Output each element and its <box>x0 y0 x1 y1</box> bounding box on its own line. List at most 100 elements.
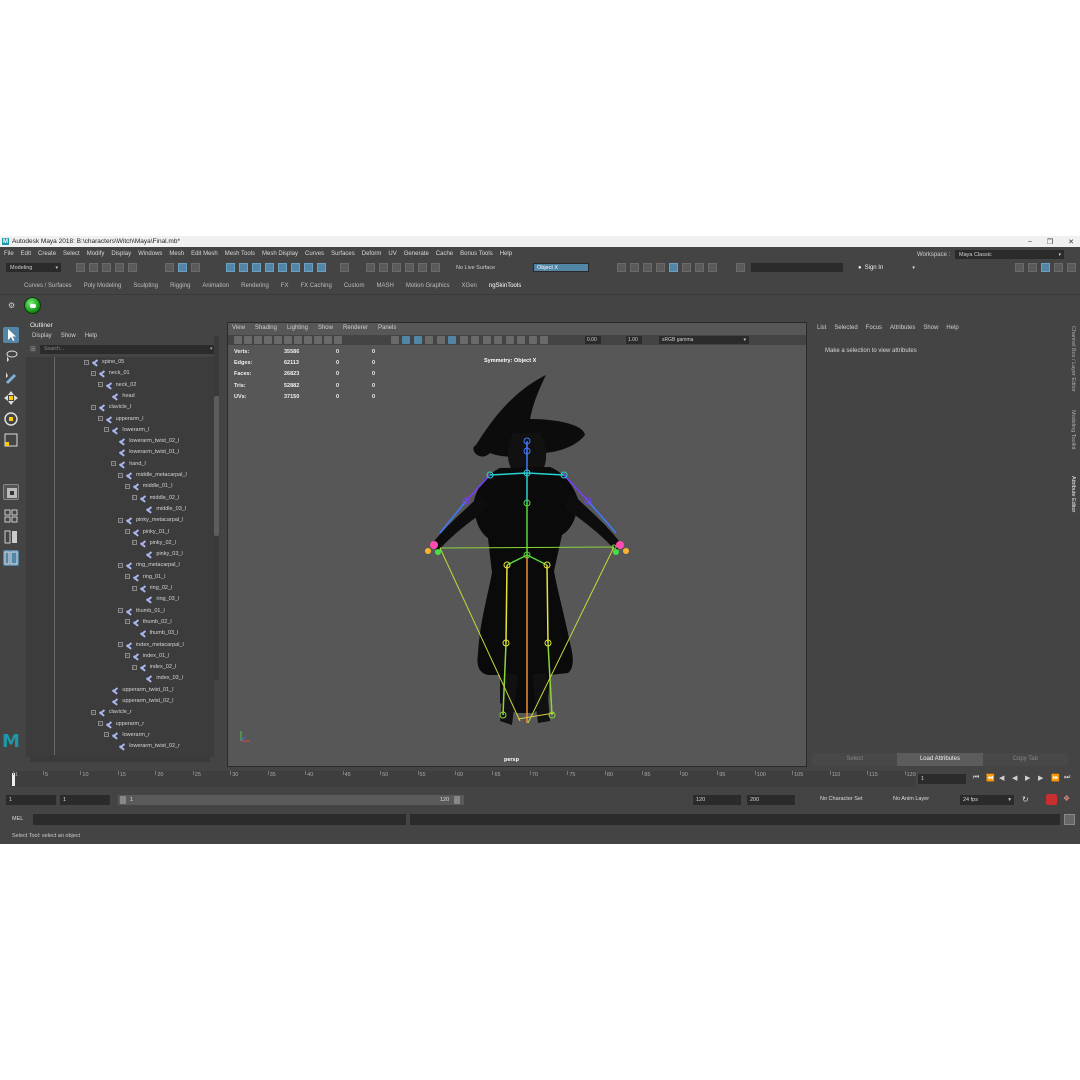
collapse-toggle-icon[interactable]: − <box>111 461 117 467</box>
search-dropdown-icon[interactable]: ▾ <box>210 346 213 352</box>
redo-icon[interactable] <box>128 263 137 272</box>
construction-history-icon[interactable] <box>366 263 375 272</box>
step-back-frame-icon[interactable]: ◀​ <box>999 774 1004 782</box>
shelf-tab-mash[interactable]: MASH <box>377 283 394 293</box>
channel-box-toggle-icon[interactable] <box>1067 263 1076 272</box>
load-attributes-button[interactable]: Load Attributes <box>897 753 983 766</box>
tree-node-upperarm-r[interactable]: − upperarm_r <box>97 719 144 729</box>
live-surface-label[interactable]: No Live Surface <box>456 265 495 271</box>
auto-key-icon[interactable] <box>1046 794 1057 805</box>
character-controls-icon[interactable] <box>1028 263 1037 272</box>
search-options-icon[interactable]: ⊞ <box>30 345 36 353</box>
outliner-h-scrollbar[interactable] <box>30 755 210 762</box>
outliner-search-input[interactable]: Search... <box>40 345 218 354</box>
snap-curve-icon[interactable] <box>239 263 248 272</box>
attr-menu-help[interactable]: Help <box>946 325 958 331</box>
fps-dropdown[interactable]: 24 fps ▾ <box>960 795 1014 805</box>
single-pane-layout-icon[interactable] <box>3 508 19 524</box>
tree-node-pinky-metacarpal-l[interactable]: − pinky_metacarpal_l <box>118 515 183 525</box>
collapse-toggle-icon[interactable]: − <box>131 585 137 591</box>
tree-node-pinky-01-l[interactable]: − pinky_01_l <box>124 527 169 537</box>
viewport-persp[interactable]: View Shading Lighting Show Renderer Panels 0.… <box>227 322 807 767</box>
menu-mesh[interactable]: Mesh <box>169 251 184 257</box>
rotate-tool-icon[interactable] <box>3 411 19 427</box>
menu-windows[interactable]: Windows <box>138 251 162 257</box>
collapse-toggle-icon[interactable]: − <box>131 664 137 670</box>
move-tool-icon[interactable] <box>3 390 19 406</box>
snap-view-plane-icon[interactable] <box>278 263 287 272</box>
tree-node-clavicle-l[interactable]: − clavicle_l <box>90 402 131 412</box>
menu-help[interactable]: Help <box>500 251 512 257</box>
lasso-tool-icon[interactable] <box>3 348 19 364</box>
loop-icon[interactable]: ↻ <box>1022 795 1029 804</box>
collapse-toggle-icon[interactable]: − <box>90 709 96 715</box>
render-view-icon[interactable] <box>431 263 440 272</box>
collapse-toggle-icon[interactable]: − <box>90 404 96 410</box>
symmetry-dropdown[interactable]: Object X <box>533 263 589 272</box>
xgen-icon[interactable] <box>656 263 665 272</box>
two-pane-layout-icon[interactable] <box>3 529 19 545</box>
collapse-toggle-icon[interactable]: − <box>97 721 103 727</box>
undo-icon[interactable] <box>115 263 124 272</box>
ipr-render-icon[interactable] <box>392 263 401 272</box>
go-to-start-icon[interactable]: ⏮ <box>973 774 979 782</box>
shelf-tab-sculpting[interactable]: Sculpting <box>133 283 158 293</box>
collapse-toggle-icon[interactable]: − <box>84 359 89 365</box>
menu-surfaces[interactable]: Surfaces <box>331 251 355 257</box>
tree-node-head[interactable]: head <box>104 391 134 401</box>
minimize-icon[interactable]: – <box>1028 238 1032 245</box>
attr-menu-attributes[interactable]: Attributes <box>890 325 915 331</box>
tree-node-index-03-l[interactable]: index_03_l <box>138 673 183 683</box>
menu-edit-mesh[interactable]: Edit Mesh <box>191 251 218 257</box>
range-start-handle[interactable] <box>120 796 126 804</box>
shelf-menu-icon[interactable]: ⚙ <box>8 301 15 315</box>
tree-node-ring-metacarpal-l[interactable]: − ring_metacarpal_l <box>118 560 180 570</box>
outliner-scrollbar-thumb[interactable] <box>214 396 219 536</box>
attr-menu-focus[interactable]: Focus <box>866 325 882 331</box>
shelf-tab-ngskintools[interactable]: ngSkinTools <box>489 283 521 293</box>
tree-node-lowerarm-r[interactable]: − lowerarm_r <box>104 730 150 740</box>
collapse-toggle-icon[interactable]: − <box>131 495 137 501</box>
paint-tool-icon[interactable] <box>643 263 652 272</box>
tree-node-pinky-03-l[interactable]: pinky_03_l <box>138 549 182 559</box>
menu-set-dropdown[interactable]: Modeling ▾ <box>6 263 61 272</box>
pause-icon[interactable] <box>695 263 704 272</box>
tree-node-middle-03-l[interactable]: middle_03_l <box>138 504 186 514</box>
quick-search-field[interactable] <box>751 263 843 272</box>
script-editor-icon[interactable] <box>1064 814 1075 825</box>
attr-menu-list[interactable]: List <box>817 325 826 331</box>
play-forward-icon[interactable]: ▶ <box>1025 774 1030 782</box>
new-scene-icon[interactable] <box>76 263 85 272</box>
select-hierarchy-icon[interactable] <box>165 263 174 272</box>
menu-modify[interactable]: Modify <box>87 251 105 257</box>
tree-node-ring-02-l[interactable]: − ring_02_l <box>131 583 172 593</box>
ngskintools-shelf-icon[interactable] <box>24 297 41 314</box>
attr-menu-selected[interactable]: Selected <box>834 325 857 331</box>
collapse-toggle-icon[interactable]: − <box>97 382 103 388</box>
outliner-layout-icon[interactable] <box>3 550 19 566</box>
shelf-tab-curves-surfaces[interactable]: Curves / Surfaces <box>24 283 72 293</box>
scale-tool-icon[interactable] <box>3 432 19 448</box>
menu-edit[interactable]: Edit <box>21 251 31 257</box>
current-frame-field[interactable]: 1 <box>918 774 966 784</box>
menu-cache[interactable]: Cache <box>436 251 453 257</box>
attr-menu-show[interactable]: Show <box>923 325 938 331</box>
shelf-tab-motion-graphics[interactable]: Motion Graphics <box>406 283 450 293</box>
select-tool-icon[interactable] <box>3 327 19 343</box>
select-object-icon[interactable] <box>178 263 187 272</box>
collapse-toggle-icon[interactable]: − <box>104 427 110 433</box>
sculpt-tool-icon[interactable] <box>630 263 639 272</box>
menu-create[interactable]: Create <box>38 251 56 257</box>
attribute-editor-toggle-icon[interactable] <box>1041 263 1050 272</box>
sign-in-button[interactable]: ● Sign In ▾ <box>858 263 915 272</box>
menu-display[interactable]: Display <box>111 251 131 257</box>
tree-node-index-02-l[interactable]: − index_02_l <box>131 662 176 672</box>
tree-node-index-01-l[interactable]: − index_01_l <box>124 651 169 661</box>
outliner-menu-help[interactable]: Help <box>85 333 97 339</box>
collapse-toggle-icon[interactable]: − <box>124 653 130 659</box>
range-end-handle[interactable] <box>454 796 460 804</box>
outliner-menu-display[interactable]: Display <box>32 333 52 339</box>
menu-curves[interactable]: Curves <box>305 251 324 257</box>
snap-projected-icon[interactable] <box>265 263 274 272</box>
lock-time-icon[interactable] <box>617 263 626 272</box>
